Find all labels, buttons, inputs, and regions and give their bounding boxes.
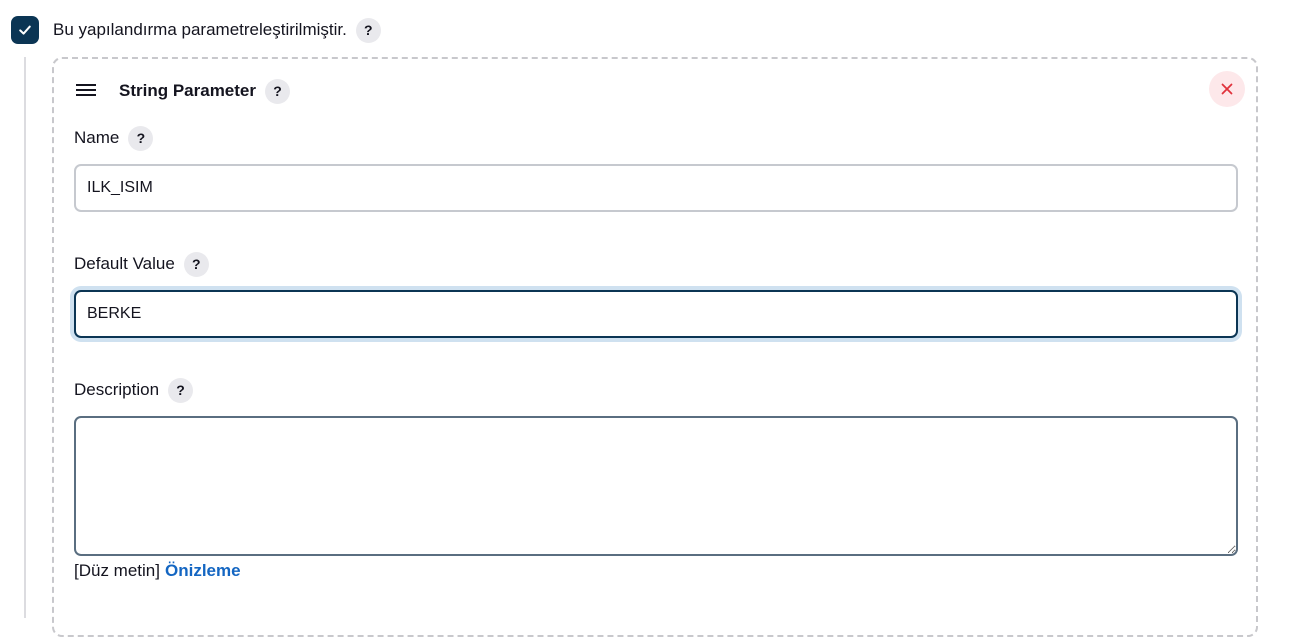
name-label-row: Name ? — [74, 125, 154, 151]
description-label: Description — [74, 380, 160, 399]
default-value-input[interactable] — [74, 290, 1238, 338]
parameterized-row: Bu yapılandırma parametreleştirilmiştir.… — [11, 16, 381, 44]
parameterized-label[interactable]: Bu yapılandırma parametreleştirilmiştir. — [53, 20, 347, 40]
markup-format-row: [Düz metin] Önizleme — [74, 559, 241, 583]
parameter-title: String Parameter — [119, 81, 256, 100]
drag-handle[interactable] — [76, 83, 97, 97]
preview-link[interactable]: Önizleme — [165, 561, 241, 581]
name-help-icon[interactable]: ? — [128, 125, 154, 151]
description-label-row: Description ? — [74, 377, 194, 403]
check-icon — [19, 25, 31, 35]
parameterized-checkbox[interactable] — [11, 16, 39, 44]
hamburger-icon — [76, 84, 96, 96]
default-value-label: Default Value — [74, 254, 175, 273]
description-help-icon[interactable]: ? — [168, 377, 194, 403]
default-value-label-row: Default Value ? — [74, 251, 209, 277]
description-textarea[interactable] — [74, 416, 1238, 556]
nested-section-rule — [24, 57, 26, 618]
name-label: Name — [74, 128, 120, 147]
markup-format-label: [Düz metin] — [74, 561, 160, 580]
parameter-header: String Parameter ? — [119, 78, 290, 104]
parameter-help-icon[interactable]: ? — [265, 78, 290, 104]
parameterized-help-icon[interactable]: ? — [355, 17, 381, 43]
delete-parameter-button[interactable] — [1209, 71, 1245, 107]
default-value-help-icon[interactable]: ? — [183, 251, 209, 277]
close-icon — [1221, 83, 1233, 95]
name-input[interactable] — [74, 164, 1238, 212]
string-parameter-block: String Parameter ? Name ? Default Value … — [52, 57, 1258, 637]
